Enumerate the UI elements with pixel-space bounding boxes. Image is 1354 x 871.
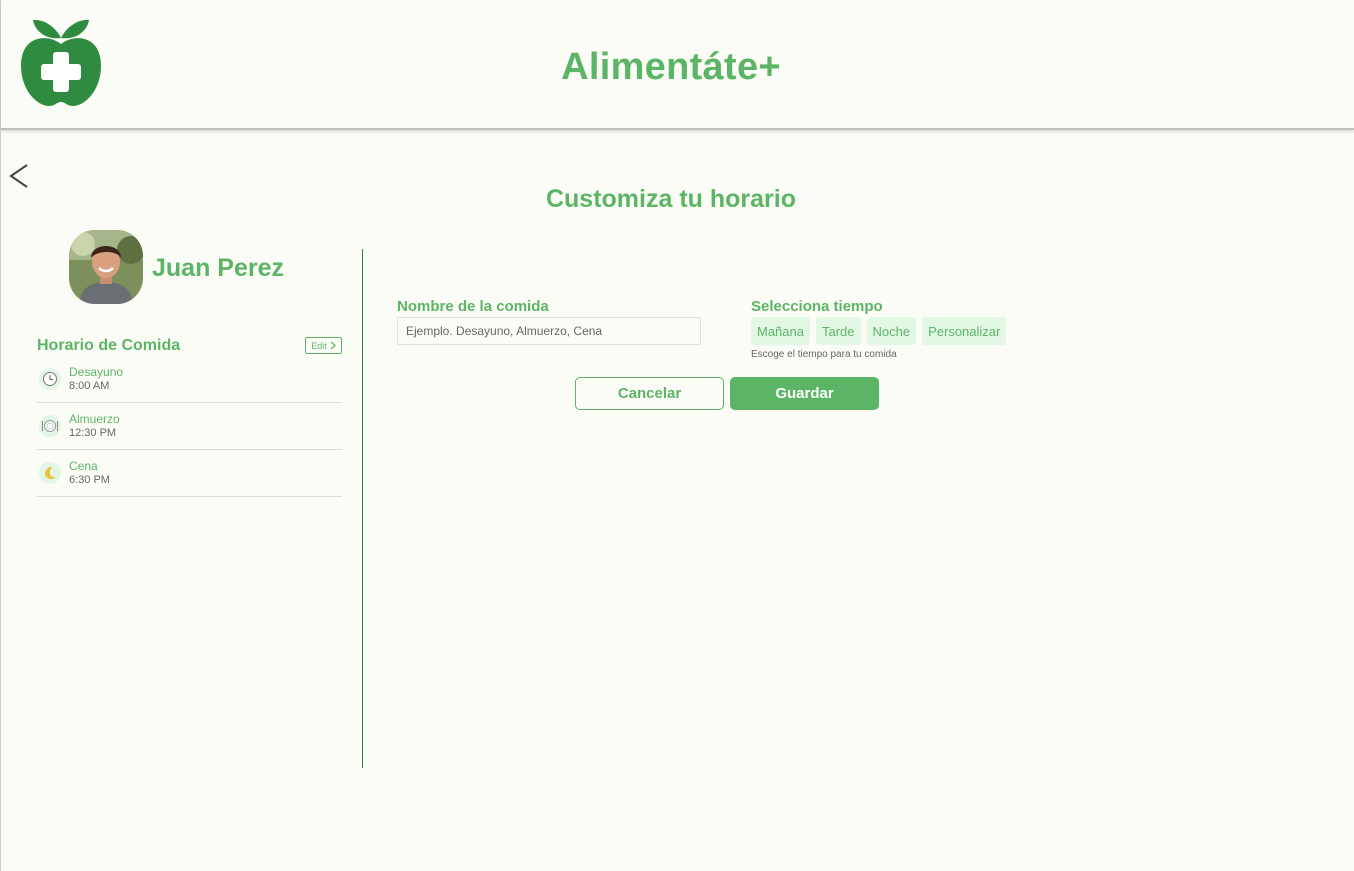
- meal-time: 8:00 AM: [69, 380, 110, 392]
- meal-name: Desayuno: [69, 365, 124, 379]
- meal-name-label: Nombre de la comida: [397, 298, 549, 315]
- chevron-right-icon: [330, 341, 336, 350]
- time-helper-text: Escoge el tiempo para tu comida: [751, 349, 897, 360]
- edit-label: Edit: [311, 340, 327, 351]
- edit-schedule-button[interactable]: Edit: [305, 337, 342, 354]
- time-option-tarde[interactable]: Tarde: [815, 317, 861, 345]
- time-option-noche[interactable]: Noche: [866, 317, 917, 345]
- meal-time: 12:30 PM: [69, 427, 117, 439]
- meal-name-input[interactable]: [397, 317, 701, 345]
- app-header: Alimentáte+: [1, 0, 1354, 130]
- app-window: Alimentáte+ Customiza tu horario Juan Pe…: [0, 0, 1354, 871]
- vertical-divider: [362, 249, 363, 768]
- time-label: Selecciona tiempo: [751, 298, 883, 315]
- meal-name: Almuerzo: [69, 412, 120, 426]
- meal-item-desayuno[interactable]: Desayuno 8:00 AM: [37, 356, 342, 403]
- clock-icon: [39, 368, 61, 390]
- time-options: Mañana Tarde Noche Personalizar: [751, 317, 1007, 345]
- user-name: Juan Perez: [152, 254, 285, 282]
- app-title: Alimentáte+: [561, 46, 781, 88]
- time-option-manana[interactable]: Mañana: [751, 317, 810, 345]
- meal-time: 6:30 PM: [69, 474, 110, 486]
- moon-icon: [39, 462, 61, 484]
- page-title: Customiza tu horario: [545, 185, 796, 213]
- time-option-personalizar[interactable]: Personalizar: [922, 317, 1007, 345]
- meal-item-cena[interactable]: Cena 6:30 PM: [37, 450, 342, 497]
- plate-icon: [39, 415, 61, 437]
- meal-name: Cena: [69, 459, 98, 473]
- cancel-button[interactable]: Cancelar: [575, 377, 724, 410]
- meal-schedule-list: Desayuno 8:00 AM Almuerzo 12:30 PM Cena …: [37, 356, 342, 497]
- user-photo-icon: [69, 230, 143, 304]
- schedule-title: Horario de Comida: [37, 337, 181, 354]
- avatar: [69, 230, 143, 304]
- meal-item-almuerzo[interactable]: Almuerzo 12:30 PM: [37, 403, 342, 450]
- save-button[interactable]: Guardar: [730, 377, 879, 410]
